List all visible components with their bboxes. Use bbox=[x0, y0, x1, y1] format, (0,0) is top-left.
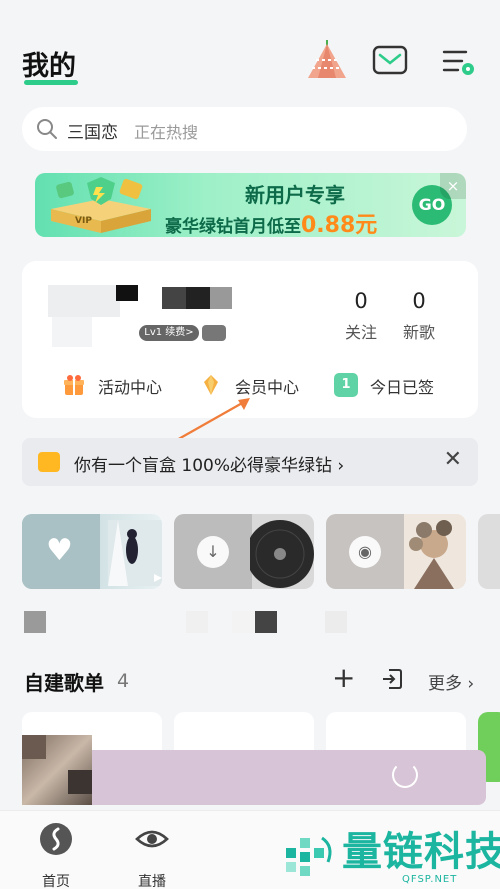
tile-label-pixel bbox=[325, 611, 347, 633]
svg-text:VIP: VIP bbox=[75, 216, 92, 226]
tent-icon[interactable] bbox=[306, 38, 348, 82]
stat-new-songs-count: 0 bbox=[412, 289, 426, 313]
cover-art bbox=[404, 514, 466, 589]
banner-subtitle: 豪华绿钻首月低至0.88元 bbox=[165, 207, 377, 237]
quick-link-label: 今日已签 bbox=[370, 378, 435, 397]
quick-link-checkin[interactable]: 1 今日已签 bbox=[334, 371, 464, 399]
player-cover-pixel bbox=[68, 770, 92, 794]
avatar-pixel bbox=[52, 317, 92, 347]
vip-box-icon: VIP bbox=[51, 177, 151, 233]
search-trend-label: 正在热搜 bbox=[134, 123, 199, 142]
watermark-logo-icon bbox=[286, 836, 332, 876]
username-pixel bbox=[210, 287, 232, 309]
stat-new-songs[interactable]: 0 新歌 bbox=[389, 289, 449, 343]
banner-price: 0.88元 bbox=[301, 213, 378, 237]
tile-label-pixel bbox=[186, 611, 208, 633]
watermark: 量链科技 QFSP.NET bbox=[282, 830, 500, 885]
menu-icon[interactable] bbox=[440, 46, 476, 78]
level-badge[interactable]: Lv1 续费> bbox=[139, 325, 199, 341]
vinyl-art bbox=[250, 520, 314, 588]
calendar-icon: 1 bbox=[334, 373, 358, 397]
more-link[interactable]: 更多 › bbox=[428, 669, 474, 694]
download-icon: ↓ bbox=[197, 536, 229, 568]
nav-label: 首页 bbox=[42, 874, 70, 889]
avatar-pixel bbox=[116, 285, 138, 301]
watermark-url: QFSP.NET bbox=[402, 874, 458, 885]
heart-icon: ♥ bbox=[46, 533, 73, 568]
tile-recent-play[interactable]: ◉ bbox=[326, 514, 466, 589]
tile-label-pixel bbox=[255, 611, 277, 633]
player-cover-pixel bbox=[22, 735, 46, 759]
page-title: 我的 bbox=[22, 51, 76, 82]
disc-icon: ◉ bbox=[349, 536, 381, 568]
cover-art bbox=[108, 520, 162, 586]
search-hot-word: 三国恋 bbox=[67, 123, 118, 143]
home-music-icon bbox=[40, 823, 72, 855]
stat-new-songs-label: 新歌 bbox=[402, 323, 435, 342]
vip-badge bbox=[202, 325, 226, 341]
banner-subtitle-text: 豪华绿钻首月低至 bbox=[165, 217, 301, 237]
eye-icon bbox=[135, 830, 169, 848]
header: 我的 bbox=[0, 0, 500, 96]
tile-label-pixel bbox=[24, 611, 46, 633]
banner-title: 新用户专享 bbox=[245, 183, 345, 207]
stat-following-label: 关注 bbox=[344, 323, 377, 342]
search-icon bbox=[37, 119, 57, 139]
blind-box-notice[interactable]: 你有一个盲盒 100%必得豪华绿钻 › ✕ bbox=[22, 438, 478, 486]
search-bar[interactable]: 三国恋 正在热搜 bbox=[22, 107, 467, 151]
tile-partial[interactable] bbox=[478, 514, 500, 589]
player-control[interactable] bbox=[392, 762, 418, 788]
quick-link-label: 活动中心 bbox=[98, 378, 163, 397]
username-pixel bbox=[186, 287, 210, 309]
add-playlist-button[interactable]: + bbox=[332, 663, 355, 693]
nav-live[interactable]: 直播 bbox=[122, 821, 182, 889]
notice-close-button[interactable]: ✕ bbox=[444, 447, 462, 472]
mail-icon[interactable] bbox=[372, 44, 408, 76]
nav-label: 直播 bbox=[138, 874, 166, 889]
tile-local-downloads[interactable]: ↓ bbox=[174, 514, 314, 589]
section-title: 自建歌单 bbox=[24, 671, 104, 695]
tile-label-pixel bbox=[232, 611, 254, 633]
promo-banner[interactable]: VIP 新用户专享 豪华绿钻首月低至0.88元 GO × bbox=[35, 173, 466, 237]
tile-favorites[interactable]: ♥ bbox=[22, 514, 162, 589]
nav-home[interactable]: 首页 bbox=[26, 821, 86, 889]
stat-following[interactable]: 0 关注 bbox=[331, 289, 391, 343]
blind-box-icon bbox=[38, 452, 60, 472]
banner-close-button[interactable]: × bbox=[440, 173, 466, 199]
avatar[interactable] bbox=[48, 285, 120, 317]
import-icon[interactable] bbox=[380, 667, 404, 691]
title-underline bbox=[24, 80, 78, 85]
gift-icon bbox=[64, 375, 84, 395]
notice-text: 你有一个盲盒 100%必得豪华绿钻 › bbox=[74, 456, 345, 476]
stat-following-count: 0 bbox=[354, 289, 368, 313]
section-count: 4 bbox=[117, 670, 130, 692]
watermark-name: 量链科技 bbox=[342, 829, 500, 875]
username-pixel[interactable] bbox=[162, 287, 186, 309]
mini-player[interactable] bbox=[22, 735, 486, 805]
